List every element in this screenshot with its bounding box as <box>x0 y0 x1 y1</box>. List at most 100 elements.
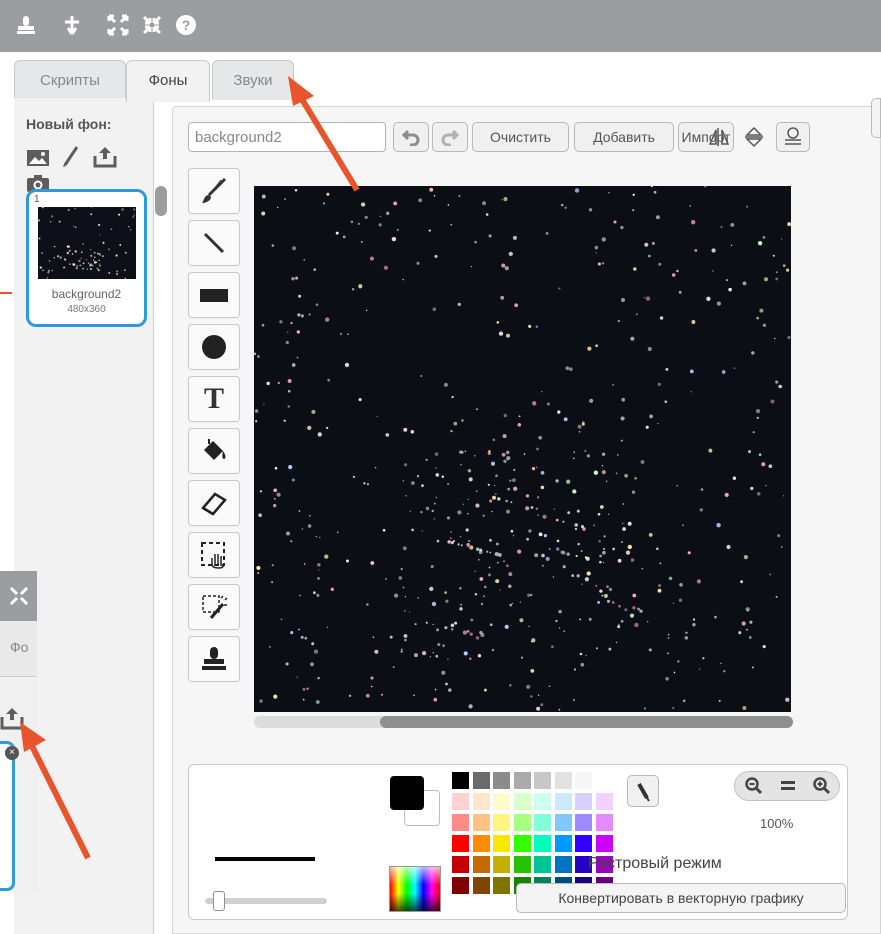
tab-scripts[interactable]: Скрипты <box>14 60 126 100</box>
text-tool[interactable]: T <box>188 376 240 422</box>
scratch-editor: ? Скрипты Фоны Звуки Новый фон: 1 backgr… <box>0 0 881 934</box>
color-swatch[interactable] <box>575 835 592 852</box>
color-swatch[interactable] <box>513 835 531 852</box>
color-swatch[interactable] <box>554 835 572 852</box>
color-swatch[interactable] <box>472 772 490 789</box>
color-swatch[interactable] <box>472 793 490 810</box>
eyedropper-button[interactable] <box>627 775 659 807</box>
color-swatch[interactable] <box>452 877 469 894</box>
help-icon[interactable]: ? <box>174 14 198 38</box>
color-swatch[interactable] <box>452 793 469 810</box>
flip-horizontal-icon[interactable] <box>704 122 734 152</box>
undo-button[interactable] <box>393 122 429 152</box>
upload-icon[interactable] <box>93 146 117 168</box>
color-swatch[interactable] <box>513 856 531 873</box>
color-swatch[interactable] <box>493 814 510 831</box>
pointer-line <box>0 292 12 294</box>
select-tool[interactable] <box>188 532 240 578</box>
add-button[interactable]: Добавить <box>574 122 674 152</box>
color-swatch[interactable] <box>472 814 490 831</box>
color-swatch[interactable] <box>554 814 572 831</box>
eraser-tool[interactable] <box>188 480 240 526</box>
color-swatch[interactable] <box>534 772 551 789</box>
color-swatch[interactable] <box>575 772 592 789</box>
color-swatch[interactable] <box>513 793 531 810</box>
set-center-icon[interactable] <box>776 122 810 152</box>
choose-from-library-icon[interactable] <box>26 148 50 170</box>
color-swatch[interactable] <box>575 814 592 831</box>
tab-bar: Скрипты Фоны Звуки <box>0 52 881 102</box>
color-swatch[interactable] <box>472 835 490 852</box>
shrink-icon <box>0 571 37 621</box>
color-swatch[interactable] <box>595 814 613 831</box>
fill-tool[interactable] <box>188 428 240 474</box>
clear-button[interactable]: Очистить <box>472 122 569 152</box>
zoom-reset-button[interactable] <box>775 774 801 798</box>
color-swatch[interactable] <box>534 814 551 831</box>
color-swatch[interactable] <box>513 772 531 789</box>
bitmap-mode-label: Растровый режим <box>588 855 722 872</box>
zoom-in-button[interactable] <box>809 774 835 798</box>
scrollbar-thumb[interactable] <box>380 716 793 728</box>
upload-icon <box>0 707 24 731</box>
flip-vertical-icon[interactable] <box>738 122 770 152</box>
stage-collapse-handle[interactable] <box>871 98 881 138</box>
expand-icon[interactable] <box>106 14 130 38</box>
zoom-out-button[interactable] <box>741 774 767 798</box>
color-swatch[interactable] <box>472 877 490 894</box>
redo-button[interactable] <box>432 122 468 152</box>
new-backdrop-label: Новый фон: <box>26 116 112 132</box>
backdrop-thumbnail[interactable]: 1 background2 480x360 <box>26 189 147 327</box>
line-tool[interactable] <box>188 220 240 266</box>
backdrop-number: 1 <box>34 194 40 205</box>
color-swatch[interactable] <box>554 793 572 810</box>
backdrop-size: 480x360 <box>67 304 106 315</box>
stamp-tool[interactable] <box>188 636 240 682</box>
color-swatch[interactable] <box>452 856 469 873</box>
backdrop-name-input[interactable] <box>188 122 386 152</box>
paint-canvas[interactable] <box>254 186 791 712</box>
color-swatch[interactable] <box>595 793 613 810</box>
top-toolbar: ? <box>0 0 881 52</box>
remove-background-tool[interactable] <box>188 584 240 630</box>
canvas-horizontal-scrollbar[interactable] <box>254 716 793 728</box>
color-swatch[interactable] <box>493 772 510 789</box>
color-picker-gradient[interactable] <box>389 866 441 912</box>
backdrop-preview <box>38 207 136 279</box>
primary-color-swatch[interactable] <box>390 776 424 810</box>
color-swatch[interactable] <box>534 835 551 852</box>
fragment-tab-label: Фо <box>0 621 37 677</box>
color-swatch[interactable] <box>534 793 551 810</box>
color-swatch[interactable] <box>493 856 510 873</box>
color-swatch[interactable] <box>472 856 490 873</box>
ellipse-tool[interactable] <box>188 324 240 370</box>
paint-new-icon[interactable] <box>59 146 83 168</box>
brush-tool[interactable] <box>188 168 240 214</box>
shrink-icon[interactable] <box>140 14 164 38</box>
color-swatch[interactable] <box>452 835 469 852</box>
convert-to-vector-button[interactable]: Конвертировать в векторную графику <box>516 883 846 913</box>
color-swatch[interactable] <box>595 835 613 852</box>
color-swatch[interactable] <box>554 856 572 873</box>
backdrop-list-scrollbar[interactable] <box>155 186 167 216</box>
color-swatch[interactable] <box>452 772 469 789</box>
color-swatch[interactable] <box>452 814 469 831</box>
color-swatch[interactable] <box>554 772 572 789</box>
zoom-percentage: 100% <box>760 816 794 831</box>
close-icon: × <box>5 746 19 760</box>
grow-sprite-icon[interactable] <box>60 14 84 38</box>
color-swatch[interactable] <box>493 835 510 852</box>
color-swatch[interactable] <box>493 793 510 810</box>
tab-sounds[interactable]: Звуки <box>212 60 294 100</box>
color-swatch[interactable] <box>493 877 510 894</box>
svg-text:?: ? <box>182 17 191 33</box>
tab-backdrops[interactable]: Фоны <box>126 60 210 102</box>
color-swatch[interactable] <box>575 793 592 810</box>
color-swatch[interactable] <box>534 856 551 873</box>
line-width-slider-knob[interactable] <box>213 891 225 911</box>
color-swatch[interactable] <box>513 814 531 831</box>
stamp-icon[interactable] <box>14 14 38 38</box>
rectangle-tool[interactable] <box>188 272 240 318</box>
color-swatch[interactable] <box>595 772 613 789</box>
line-width-preview <box>215 857 315 861</box>
